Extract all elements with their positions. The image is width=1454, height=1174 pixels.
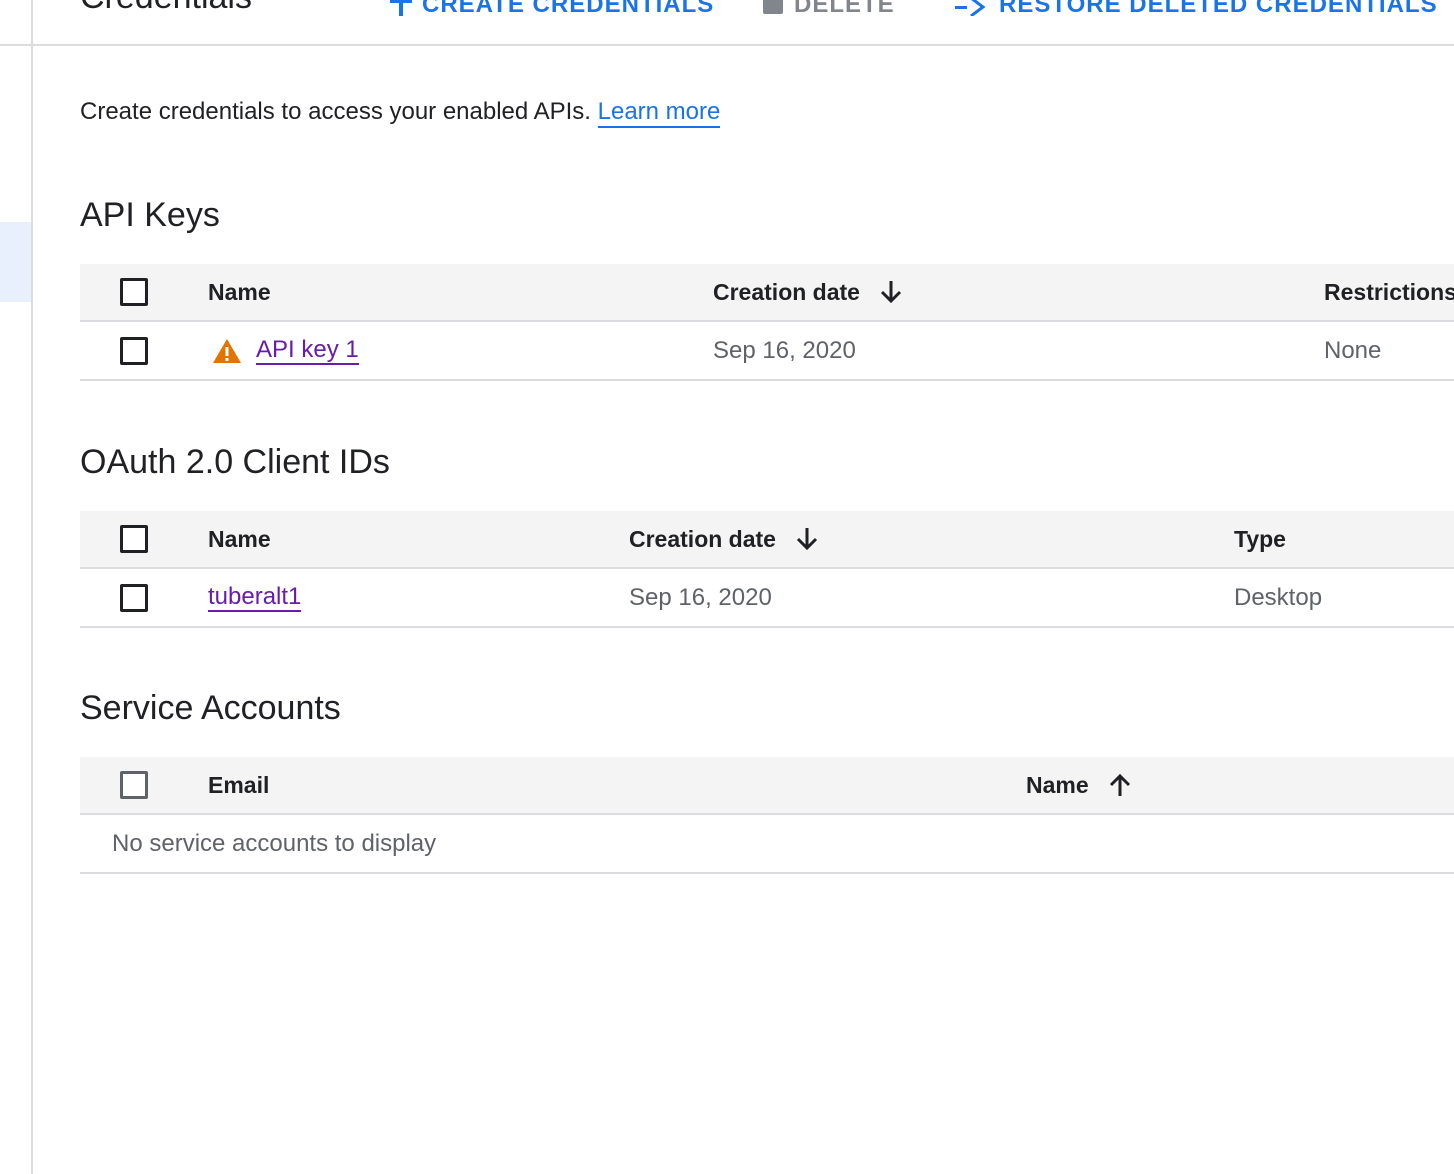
create-credentials-label: CREATE CREDENTIALS: [422, 0, 715, 18]
arrow-down-icon: [794, 526, 820, 552]
arrow-down-icon: [878, 279, 904, 305]
page-toolbar: Credentials CREATE CREDENTIALS DELETE RE…: [33, 0, 1454, 46]
table-header: Email Name: [80, 757, 1454, 815]
warning-icon: [212, 338, 242, 364]
select-all-checkbox[interactable]: [120, 771, 148, 799]
restore-deleted-credentials-button[interactable]: RESTORE DELETED CREDENTIALS: [953, 0, 1438, 23]
left-nav-rail: [0, 0, 33, 1174]
api-key-link[interactable]: API key 1: [256, 336, 359, 365]
delete-label: DELETE: [794, 0, 895, 18]
delete-button[interactable]: DELETE: [762, 0, 895, 23]
page-title: Credentials: [80, 0, 252, 17]
learn-more-link[interactable]: Learn more: [597, 98, 721, 128]
table-header: Name Creation date Type: [80, 511, 1454, 569]
column-header-creation-date[interactable]: Creation date: [629, 511, 820, 567]
column-header-creation-date[interactable]: Creation date: [713, 264, 904, 320]
table-header: Name Creation date Restrictions: [80, 264, 1454, 322]
creation-date-cell: Sep 16, 2020: [713, 336, 856, 364]
table-row: API key 1 Sep 16, 2020 None: [80, 322, 1454, 381]
intro-description: Create credentials to access your enable…: [80, 98, 591, 125]
select-all-checkbox[interactable]: [120, 525, 148, 553]
row-checkbox[interactable]: [120, 583, 148, 612]
api-keys-title: API Keys: [80, 196, 220, 234]
divider: [0, 44, 31, 46]
oauth-client-ids-title: OAuth 2.0 Client IDs: [80, 443, 390, 481]
row-checkbox[interactable]: [120, 336, 148, 365]
restore-label: RESTORE DELETED CREDENTIALS: [999, 0, 1438, 18]
service-accounts-table: Email Name No service accounts to displa…: [80, 757, 1454, 874]
column-header-type[interactable]: Type: [1234, 511, 1286, 567]
empty-state-row: No service accounts to display: [80, 815, 1454, 874]
trash-icon: [762, 0, 784, 23]
restrictions-cell: None: [1324, 336, 1382, 364]
restore-icon: [953, 0, 989, 23]
oauth-client-link[interactable]: tuberalt1: [208, 583, 302, 612]
column-header-name[interactable]: Name: [208, 264, 271, 320]
add-icon: [390, 0, 412, 23]
create-credentials-button[interactable]: CREATE CREDENTIALS: [390, 0, 714, 23]
select-all-checkbox[interactable]: [120, 278, 148, 306]
column-header-name[interactable]: Name: [1026, 757, 1133, 813]
table-row: tuberalt1 Sep 16, 2020 Desktop: [80, 569, 1454, 628]
column-header-email[interactable]: Email: [208, 757, 269, 813]
empty-state-message: No service accounts to display: [112, 829, 437, 857]
column-header-label: Creation date: [713, 278, 860, 305]
oauth-client-ids-table: Name Creation date Type tuberalt1 Sep 16…: [80, 511, 1454, 628]
column-header-name[interactable]: Name: [208, 511, 271, 567]
column-header-label: Creation date: [629, 525, 776, 552]
arrow-up-icon: [1107, 772, 1133, 798]
api-keys-table: Name Creation date Restrictions API key …: [80, 264, 1454, 381]
intro-text: Create credentials to access your enable…: [80, 98, 721, 128]
service-accounts-title: Service Accounts: [80, 689, 341, 727]
column-header-label: Name: [1026, 771, 1089, 798]
creation-date-cell: Sep 16, 2020: [629, 583, 772, 611]
nav-active-indicator[interactable]: [0, 222, 31, 302]
column-header-restrictions[interactable]: Restrictions: [1324, 264, 1454, 320]
type-cell: Desktop: [1234, 583, 1323, 611]
